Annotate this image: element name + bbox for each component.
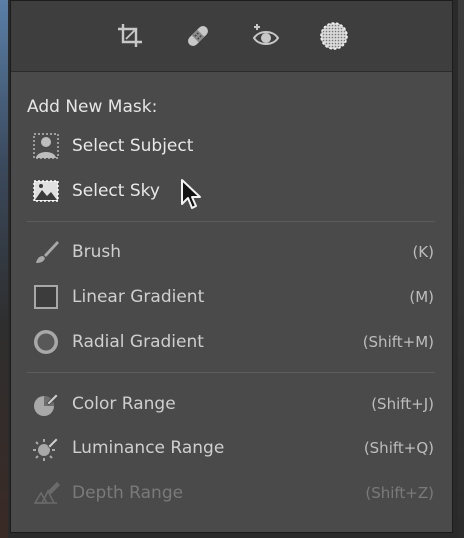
color-range-icon bbox=[31, 389, 61, 419]
red-eye-tool-button[interactable] bbox=[248, 18, 284, 54]
radial-gradient-icon bbox=[31, 327, 61, 357]
sky-landscape-icon bbox=[31, 176, 61, 206]
menu-item-shortcut: (Shift+Z) bbox=[365, 484, 434, 502]
mouse-pointer-icon bbox=[181, 179, 201, 209]
linear-gradient-icon bbox=[31, 282, 61, 312]
menu-item-linear-gradient[interactable]: Linear Gradient (M) bbox=[11, 277, 452, 317]
menu-item-shortcut: (K) bbox=[412, 243, 434, 261]
menu-item-depth-range: Depth Range (Shift+Z) bbox=[11, 473, 452, 513]
background-edge-right bbox=[458, 0, 464, 538]
crop-tool-button[interactable] bbox=[112, 18, 148, 54]
menu-item-label: Brush bbox=[72, 242, 122, 262]
healing-tool-button[interactable] bbox=[180, 18, 216, 54]
menu-item-label: Radial Gradient bbox=[72, 332, 204, 352]
menu-item-select-subject[interactable]: Select Subject bbox=[11, 126, 452, 166]
menu-item-label: Select Sky bbox=[72, 181, 160, 201]
menu-item-color-range[interactable]: Color Range (Shift+J) bbox=[11, 384, 452, 424]
menu-item-label: Luminance Range bbox=[72, 438, 225, 458]
menu-item-radial-gradient[interactable]: Radial Gradient (Shift+M) bbox=[11, 322, 452, 362]
menu-item-label: Depth Range bbox=[72, 483, 184, 503]
healing-bandage-icon bbox=[187, 26, 208, 46]
mask-panel: Add New Mask: Select Subject Select Sky bbox=[10, 0, 453, 533]
menu-item-luminance-range[interactable]: Luminance Range (Shift+Q) bbox=[11, 428, 452, 468]
menu-item-shortcut: (M) bbox=[409, 288, 434, 306]
menu-divider bbox=[27, 221, 435, 222]
menu-item-brush[interactable]: Brush (K) bbox=[11, 232, 452, 272]
masking-tool-button[interactable] bbox=[316, 18, 352, 54]
menu-item-shortcut: (Shift+J) bbox=[371, 395, 434, 413]
depth-range-icon bbox=[31, 478, 61, 508]
add-new-mask-title: Add New Mask: bbox=[27, 97, 158, 117]
red-eye-icon bbox=[252, 24, 279, 45]
masking-icon bbox=[319, 22, 348, 50]
luminance-range-icon bbox=[31, 433, 61, 463]
menu-item-label: Linear Gradient bbox=[72, 287, 205, 307]
brush-icon bbox=[31, 237, 61, 267]
menu-divider bbox=[27, 372, 435, 373]
tool-strip bbox=[11, 1, 452, 72]
menu-item-label: Color Range bbox=[72, 394, 176, 414]
menu-item-shortcut: (Shift+M) bbox=[362, 333, 434, 351]
menu-item-select-sky[interactable]: Select Sky bbox=[11, 171, 452, 211]
menu-item-shortcut: (Shift+Q) bbox=[363, 439, 434, 457]
menu-item-label: Select Subject bbox=[72, 136, 194, 156]
background-image-edge bbox=[0, 0, 8, 538]
crop-icon bbox=[117, 24, 142, 47]
person-silhouette-icon bbox=[31, 131, 61, 161]
